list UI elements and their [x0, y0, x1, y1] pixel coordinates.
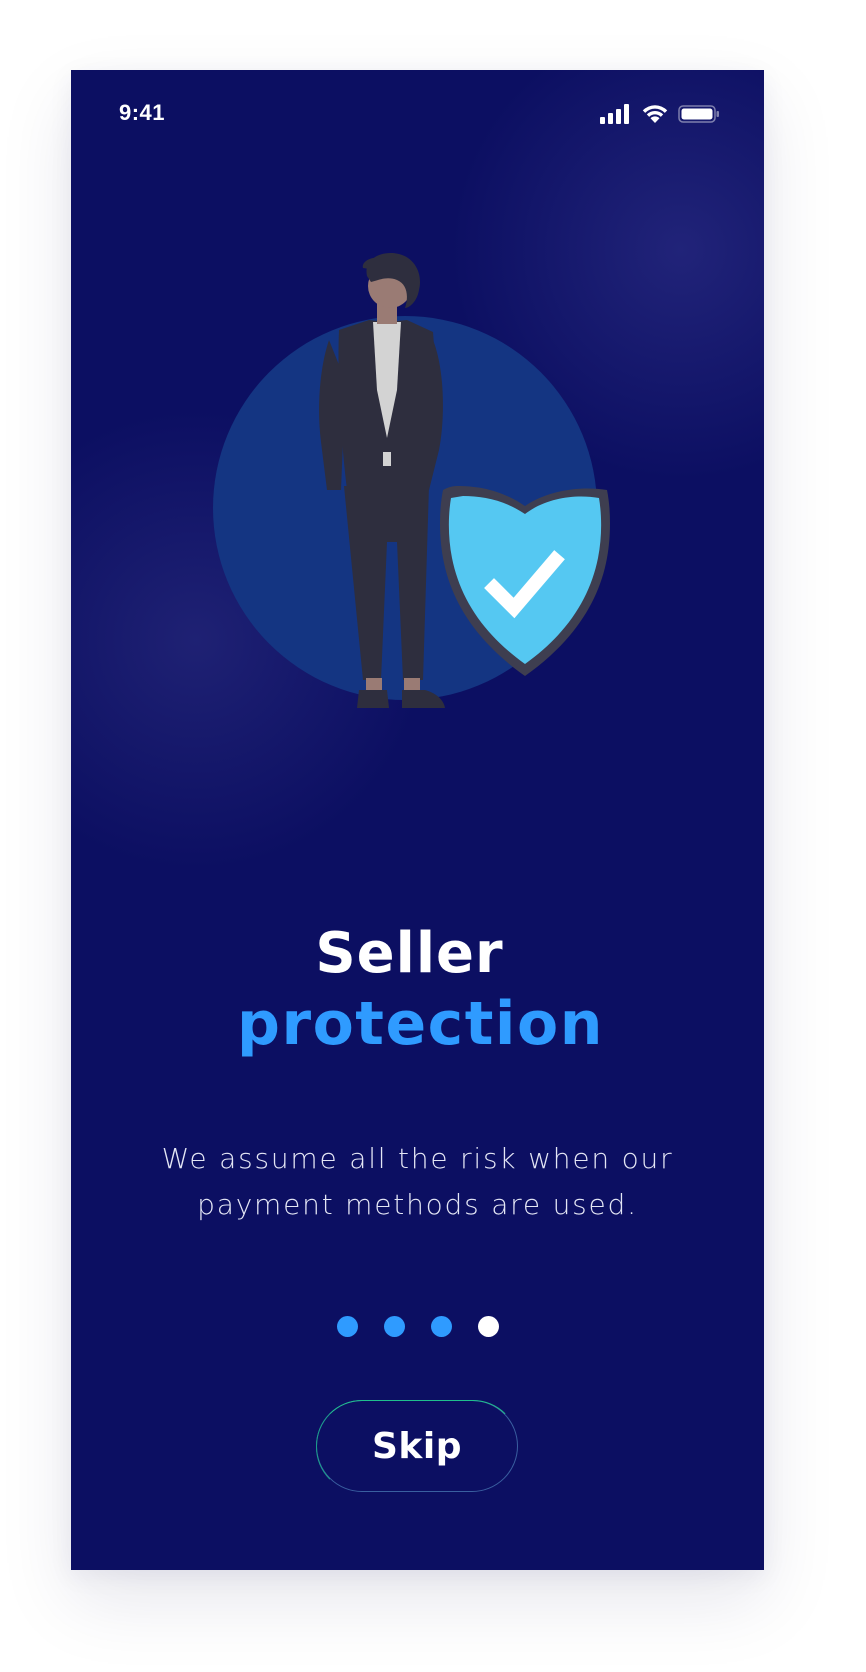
onboarding-description: We assume all the risk when our payment … — [161, 1142, 674, 1221]
page-indicator-dot-active[interactable] — [477, 1316, 499, 1337]
phone-screen: 9:41 Seller protection We assume all the… — [71, 70, 764, 1570]
page-indicator-dot[interactable] — [336, 1316, 358, 1337]
page-indicator-dot[interactable] — [430, 1316, 452, 1337]
page-canvas: 9:41 Seller protection We assume all the… — [0, 0, 866, 1672]
title-line-seller: Seller — [315, 921, 504, 986]
battery-icon — [678, 104, 720, 128]
status-bar: 9:41 — [71, 70, 764, 160]
title-line-protection: protection — [237, 989, 604, 1059]
skip-button[interactable]: Skip — [315, 1399, 519, 1493]
person-with-shield-illustration — [211, 190, 631, 720]
cellular-signal-icon — [600, 104, 632, 128]
status-icons — [600, 104, 720, 128]
status-time: 9:41 — [119, 100, 166, 125]
page-indicator-dot[interactable] — [383, 1316, 405, 1337]
wifi-icon — [641, 104, 669, 128]
onboarding-title: Seller protection — [71, 920, 764, 1060]
page-indicator — [71, 1316, 764, 1337]
skip-button-label: Skip — [372, 1425, 462, 1467]
